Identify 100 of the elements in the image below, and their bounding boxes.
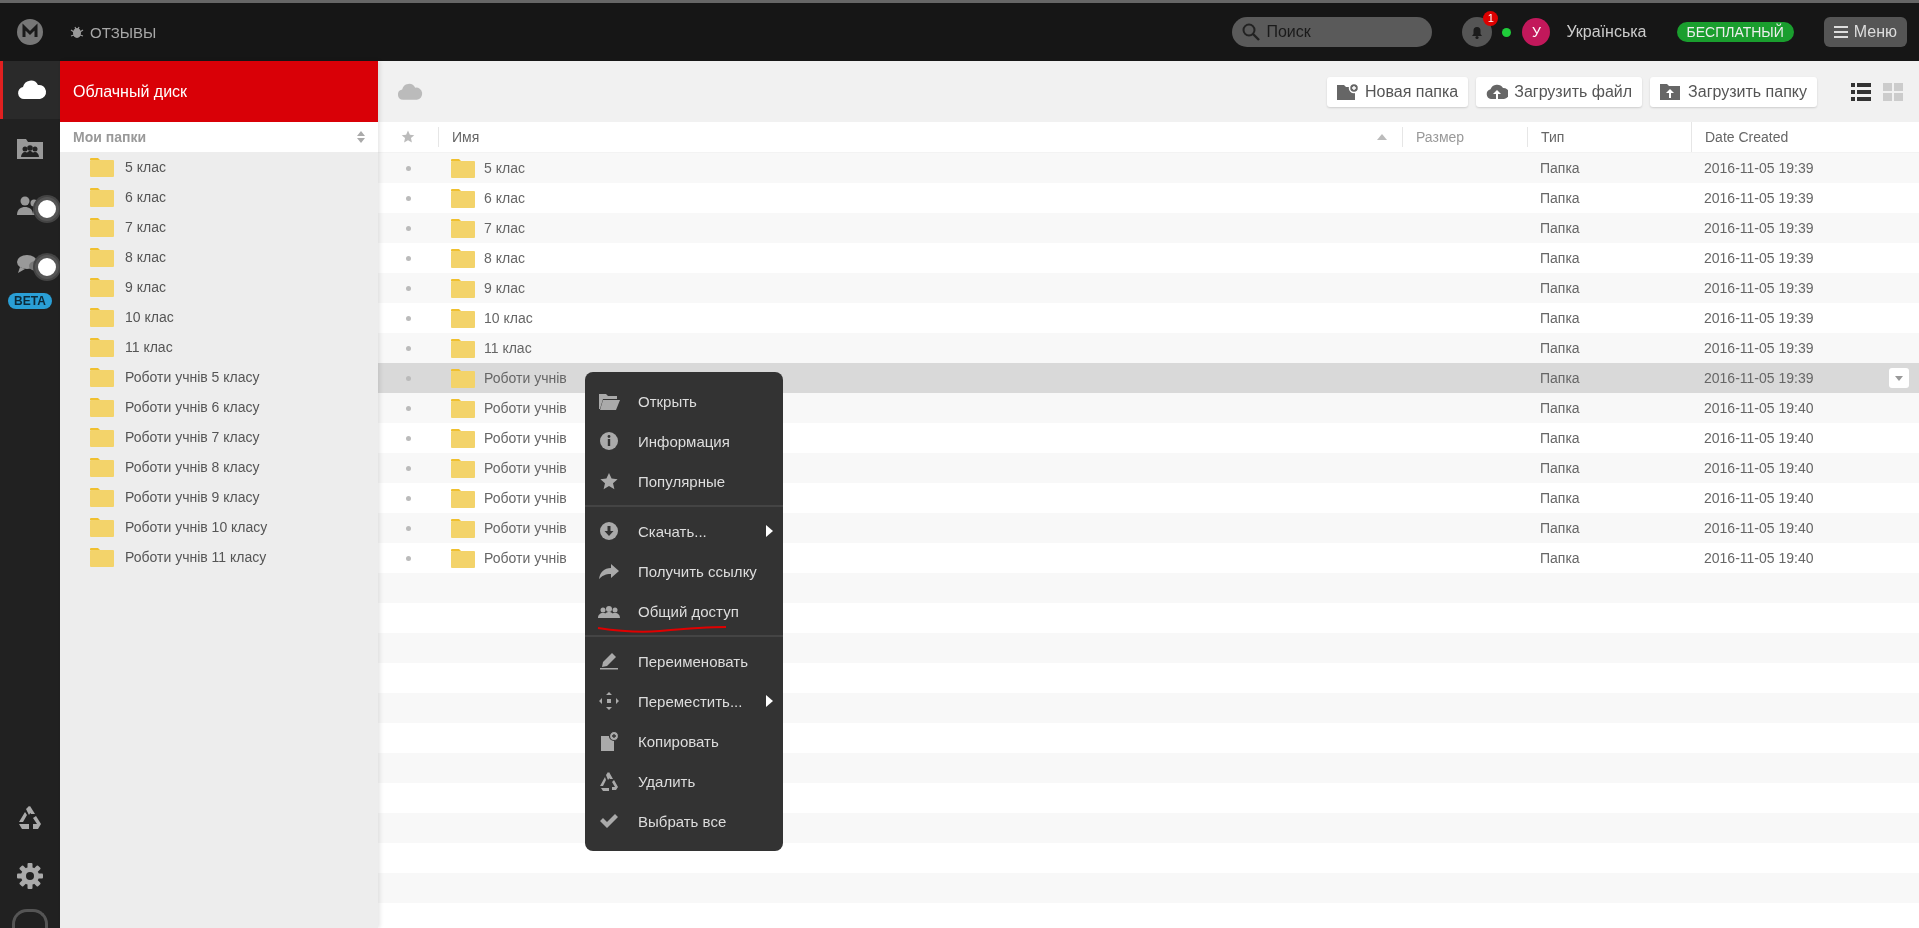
folder-icon: [90, 487, 114, 507]
info-icon: [598, 431, 620, 451]
column-header[interactable]: Имя: [452, 129, 480, 145]
dot-icon: [405, 315, 411, 321]
file-type: Папка: [1540, 490, 1580, 506]
folder-icon: [451, 518, 475, 538]
sidebar-folder-item[interactable]: Роботи учнів 7 класу: [60, 422, 378, 452]
file-type: Папка: [1540, 400, 1580, 416]
share-arrow-icon: [598, 561, 620, 581]
file-name: 11 клас: [484, 340, 532, 356]
dot-icon: [405, 465, 411, 471]
sidebar-folder-item[interactable]: 7 клас: [60, 212, 378, 242]
folder-icon: [451, 428, 475, 448]
menu-item[interactable]: Копировать: [585, 721, 783, 761]
sidebar-folder-item[interactable]: 6 клас: [60, 182, 378, 212]
folder-icon: [90, 397, 114, 417]
folder-icon: [598, 391, 620, 411]
menu-item[interactable]: Информация: [585, 421, 783, 461]
new-folder-button[interactable]: Новая папка: [1327, 76, 1469, 107]
search-field[interactable]: Поиск: [1232, 17, 1433, 47]
sidebar-folder-item[interactable]: 9 клас: [60, 272, 378, 302]
menu-item[interactable]: Открыть: [585, 381, 783, 421]
file-name: 8 клас: [484, 250, 525, 266]
section-heading: Мои папки: [73, 129, 147, 145]
star-icon[interactable]: [401, 130, 415, 144]
date-created: 2016-11-05 19:40: [1704, 520, 1814, 536]
list-view-icon[interactable]: [1851, 82, 1871, 101]
shared-folder-icon: [16, 136, 44, 160]
user-name[interactable]: Українська: [1566, 23, 1647, 41]
folder-icon: [90, 187, 114, 207]
column-header[interactable]: Date Created: [1705, 129, 1789, 145]
feedback-link[interactable]: ОТЗЫВЫ: [70, 23, 157, 41]
sidebar-folder-item[interactable]: 11 клас: [60, 332, 378, 362]
file-type: Папка: [1540, 340, 1580, 356]
sidebar-folder-item[interactable]: Роботи учнів 11 класу: [60, 542, 378, 572]
sidebar-title[interactable]: Облачный диск: [60, 61, 378, 122]
file-name: 5 клас: [484, 160, 525, 176]
folder-icon: [90, 457, 114, 477]
file-type: Папка: [1540, 190, 1580, 206]
date-created: 2016-11-05 19:39: [1704, 190, 1814, 206]
sidebar-folder-item[interactable]: 8 клас: [60, 242, 378, 272]
menu-item[interactable]: Популярные: [585, 461, 783, 501]
menu-item[interactable]: Скачать...: [585, 511, 783, 551]
folder-icon: [451, 398, 475, 418]
file-name: Роботи учнів: [484, 520, 567, 536]
date-created: 2016-11-05 19:40: [1704, 400, 1814, 416]
dot-icon: [405, 555, 411, 561]
date-created: 2016-11-05 19:39: [1704, 340, 1814, 356]
sort-ascending-icon: [1377, 134, 1387, 140]
date-created: 2016-11-05 19:39: [1704, 370, 1814, 386]
file-type: Папка: [1540, 520, 1580, 536]
upload-cloud-button[interactable]: Загрузить файл: [1476, 76, 1643, 107]
rail-item[interactable]: [0, 61, 60, 119]
menu-item[interactable]: Выбрать все: [585, 801, 783, 841]
dot-icon: [405, 285, 411, 291]
menu-item[interactable]: Переместить...: [585, 681, 783, 721]
online-status-dot: [1502, 27, 1512, 37]
upload-folder-button[interactable]: Загрузить папку: [1650, 76, 1817, 107]
menu-item[interactable]: Общий доступ: [585, 591, 783, 631]
sidebar-folder-item[interactable]: Роботи учнів 9 класу: [60, 482, 378, 512]
checkmark-icon: [598, 811, 620, 831]
folder-icon: [90, 337, 114, 357]
menu-item[interactable]: Удалить: [585, 761, 783, 801]
gear-icon: [16, 862, 44, 890]
folder-icon: [451, 158, 475, 178]
column-header[interactable]: Тип: [1541, 129, 1565, 145]
submenu-arrow-icon: [766, 525, 773, 537]
download-icon: [598, 521, 620, 541]
menu-button[interactable]: Меню: [1823, 17, 1907, 47]
avatar[interactable]: У: [1522, 18, 1551, 46]
file-type: Папка: [1540, 460, 1580, 476]
sidebar-folder-item[interactable]: 10 клас: [60, 302, 378, 332]
sidebar-folder-item[interactable]: 5 клас: [60, 152, 378, 182]
caret-icon: [1895, 375, 1903, 381]
sidebar-folder-item[interactable]: Роботи учнів 10 класу: [60, 512, 378, 542]
row-dropdown-button[interactable]: [1889, 368, 1909, 388]
folder-icon: [90, 517, 114, 537]
logo-icon[interactable]: [17, 19, 43, 45]
menu-item[interactable]: Получить ссылку: [585, 551, 783, 591]
recycle-icon: [598, 771, 620, 791]
folder-icon: [451, 218, 475, 238]
dot-icon: [405, 345, 411, 351]
date-created: 2016-11-05 19:40: [1704, 460, 1814, 476]
folder-icon: [90, 367, 114, 387]
bug-icon: [70, 25, 84, 39]
date-created: 2016-11-05 19:40: [1704, 490, 1814, 506]
dot-icon: [405, 375, 411, 381]
folder-icon: [90, 427, 114, 447]
file-name: Роботи учнів: [484, 370, 567, 386]
file-type: Папка: [1540, 370, 1580, 386]
file-type: Папка: [1540, 250, 1580, 266]
folder-icon: [451, 488, 475, 508]
sidebar-folder-item[interactable]: Роботи учнів 8 класу: [60, 452, 378, 482]
menu-item[interactable]: Переименовать: [585, 641, 783, 681]
sidebar-folder-item[interactable]: Роботи учнів 5 класу: [60, 362, 378, 392]
folder-icon: [90, 547, 114, 567]
file-type: Папка: [1540, 430, 1580, 446]
dot-icon: [405, 495, 411, 501]
sidebar-folder-item[interactable]: Роботи учнів 6 класу: [60, 392, 378, 422]
beta-badge: BETA: [8, 293, 52, 309]
